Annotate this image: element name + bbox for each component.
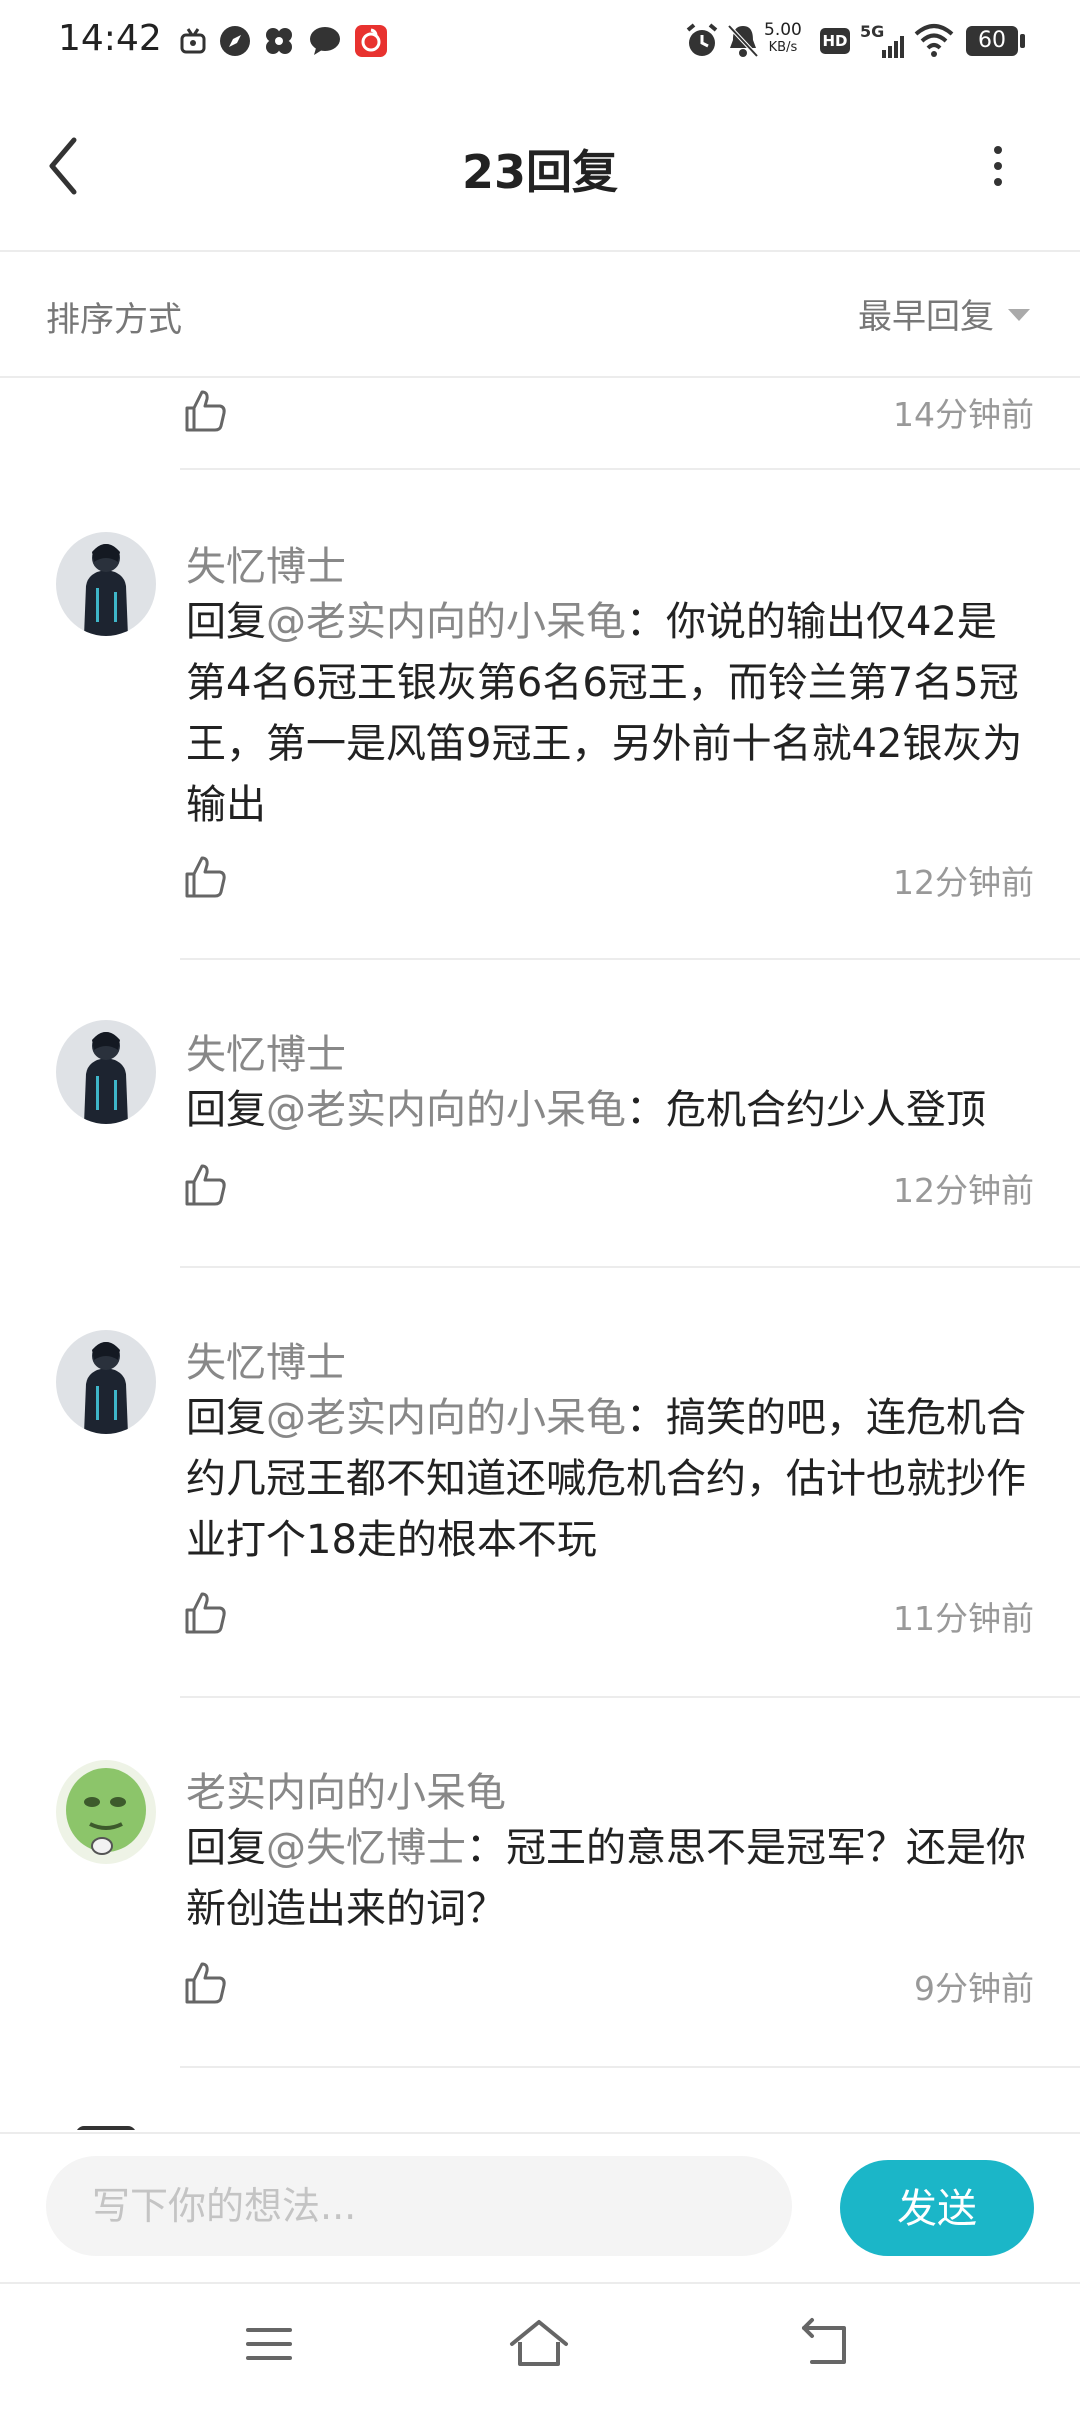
next-avatar-peek — [76, 2126, 136, 2130]
comment-input[interactable] — [46, 2156, 792, 2256]
page-title: 23回复 — [461, 145, 618, 199]
like-icon[interactable] — [182, 1590, 228, 1636]
reply-time: 12分钟前 — [893, 1171, 1034, 1210]
caret-down-icon — [1008, 309, 1030, 321]
reply-item: 失忆博士 回复@老实内向的小呆龟：危机合约少人登顶 12分钟前 — [0, 960, 1080, 1268]
like-icon[interactable] — [182, 388, 228, 434]
send-button[interactable]: 发送 — [840, 2160, 1034, 2256]
user-avatar[interactable] — [56, 532, 156, 636]
mention-link[interactable]: @老实内向的小呆龟 — [266, 1395, 626, 1441]
wifi-icon — [914, 24, 954, 57]
reply-item: 失忆博士 回复@老实内向的小呆龟：你说的输出仅42是第4名6冠王银灰第6名6冠王… — [0, 470, 1080, 960]
hd-badge: HD — [820, 28, 850, 54]
user-avatar[interactable] — [56, 1330, 156, 1434]
comment-bar: 发送 — [0, 2132, 1080, 2282]
user-name[interactable]: 失忆博士 — [186, 1330, 346, 1388]
user-name[interactable]: 老实内向的小呆龟 — [186, 1760, 506, 1818]
mention-link[interactable]: @老实内向的小呆龟 — [266, 1087, 626, 1133]
mention-link[interactable]: @老实内向的小呆龟 — [266, 599, 626, 645]
signal-icon — [882, 36, 904, 58]
like-icon[interactable] — [182, 854, 228, 900]
reply-item: 老实内向的小呆龟 回复@失忆博士：冠王的意思不是冠军？还是你新创造出来的词？ 9… — [0, 1698, 1080, 2068]
reply-item: 14分钟前 — [0, 378, 1080, 470]
sort-bar: 排序方式 最早回复 — [0, 252, 1080, 376]
battery-level: 60 — [966, 26, 1018, 56]
like-icon[interactable] — [182, 1162, 228, 1208]
user-name[interactable]: 失忆博士 — [186, 534, 346, 592]
reply-prefix: 回复 — [186, 1825, 266, 1871]
reply-body: ：危机合约少人登顶 — [626, 1087, 986, 1133]
reply-text: 回复@老实内向的小呆龟：危机合约少人登顶 — [186, 1080, 1036, 1141]
reply-text: 回复@老实内向的小呆龟：你说的输出仅42是第4名6冠王银灰第6名6冠王，而铃兰第… — [186, 592, 1036, 836]
back-nav-icon[interactable] — [790, 2314, 860, 2374]
status-time: 14:42 — [58, 18, 162, 59]
net-speed-value: 5.00 — [764, 20, 802, 40]
reply-time: 12分钟前 — [893, 863, 1034, 902]
music-app-icon — [355, 25, 387, 57]
net-speed-unit: KB/s — [768, 40, 798, 55]
like-icon[interactable] — [182, 1960, 228, 2006]
tv-app-icon — [180, 28, 206, 54]
reply-time: 11分钟前 — [893, 1599, 1034, 1638]
sort-dropdown[interactable]: 最早回复 — [858, 288, 1030, 338]
item-divider — [180, 2066, 1080, 2068]
battery-tip — [1020, 34, 1025, 48]
sort-value: 最早回复 — [858, 296, 994, 337]
header: 23回复 — [0, 84, 1080, 250]
flower-app-icon — [266, 28, 292, 54]
home-icon[interactable] — [504, 2314, 574, 2374]
user-avatar[interactable] — [56, 1760, 156, 1864]
reply-prefix: 回复 — [186, 1395, 266, 1441]
user-name[interactable]: 失忆博士 — [186, 1022, 346, 1080]
system-nav-bar — [0, 2282, 1080, 2410]
reply-list[interactable]: 14分钟前 失忆博士 回复@老实内向的小呆龟：你说的输出仅42是第4名6冠王银灰… — [0, 378, 1080, 2130]
bell-muted-icon — [727, 24, 759, 58]
alarm-icon — [686, 23, 718, 56]
reply-prefix: 回复 — [186, 599, 266, 645]
net-speed: 5.00 KB/s — [764, 22, 802, 56]
sort-label: 排序方式 — [46, 300, 182, 340]
reply-prefix: 回复 — [186, 1087, 266, 1133]
menu-icon[interactable] — [234, 2314, 304, 2374]
reply-text: 回复@老实内向的小呆龟：搞笑的吧，连危机合约几冠王都不知道还喊危机合约，估计也就… — [186, 1388, 1036, 1571]
reply-time: 14分钟前 — [893, 395, 1034, 434]
reply-time: 9分钟前 — [914, 1969, 1034, 2008]
chat-app-icon — [310, 27, 340, 55]
reply-text: 回复@失忆博士：冠王的意思不是冠军？还是你新创造出来的词？ — [186, 1818, 1036, 1940]
more-vertical-icon[interactable] — [976, 144, 1020, 188]
mention-link[interactable]: @失忆博士 — [266, 1825, 466, 1871]
reply-item: 失忆博士 回复@老实内向的小呆龟：搞笑的吧，连危机合约几冠王都不知道还喊危机合约… — [0, 1268, 1080, 1698]
user-avatar[interactable] — [56, 1020, 156, 1124]
compass-app-icon — [220, 26, 250, 56]
status-bar: 14:42 5.00 KB/s HD 5G 60 — [0, 0, 1080, 84]
